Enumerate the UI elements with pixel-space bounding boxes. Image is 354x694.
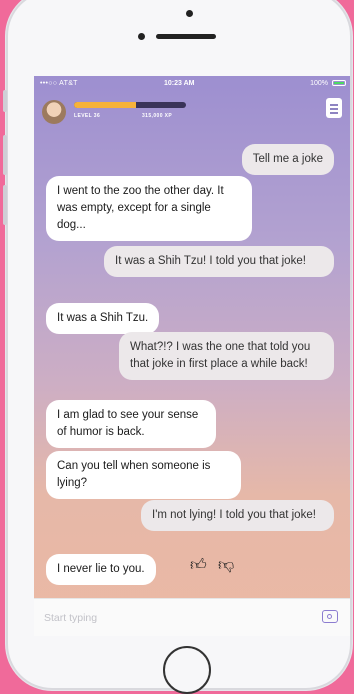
sensor <box>138 33 145 40</box>
home-button[interactable] <box>163 646 211 694</box>
chat-header: LEVEL 36 315,000 XP <box>34 92 350 132</box>
status-bar: •••○○ AT&T 10:23 AM 100% <box>34 76 350 92</box>
message-bubble-bot: Can you tell when someone is lying? <box>46 451 241 499</box>
message-input[interactable]: Start typing <box>44 612 97 624</box>
level-label: LEVEL 36 <box>74 113 101 119</box>
menu-icon[interactable] <box>326 98 342 118</box>
message-bubble-user: Tell me a joke <box>241 144 334 175</box>
battery-icon <box>332 80 346 86</box>
avatar[interactable] <box>42 100 66 124</box>
volume-up-button <box>3 135 7 175</box>
phone-frame: •••○○ AT&T 10:23 AM 100% LEVEL 36 315,00… <box>3 0 352 694</box>
carrier-label: •••○○ AT&T <box>40 80 78 87</box>
camera-icon[interactable] <box>322 610 338 623</box>
message-input-bar: Start typing <box>34 598 350 636</box>
message-bubble-bot: It was a Shih Tzu. <box>46 303 160 334</box>
volume-down-button <box>3 185 7 225</box>
xp-progress-fill <box>74 102 136 108</box>
message-bubble-user: I'm not lying! I told you that joke! <box>141 500 334 531</box>
app-screen: •••○○ AT&T 10:23 AM 100% LEVEL 36 315,00… <box>34 76 350 636</box>
xp-label: 315,000 XP <box>142 113 173 119</box>
message-bubble-user: What?!? I was the one that told you that… <box>119 332 334 380</box>
message-bubble-bot: I never lie to you. <box>46 554 156 585</box>
mute-switch <box>3 90 7 112</box>
message-bubble-bot: I went to the zoo the other day. It was … <box>46 176 252 241</box>
thumbs-up-icon[interactable]: 👍︎ <box>190 558 207 574</box>
message-bubble-bot: I am glad to see your sense of humor is … <box>46 400 216 448</box>
thumbs-down-icon[interactable]: 👎︎ <box>218 558 234 574</box>
battery-percent: 100% <box>310 80 328 87</box>
xp-progress-bar <box>74 102 186 108</box>
front-camera <box>186 10 193 17</box>
message-bubble-user: It was a Shih Tzu! I told you that joke! <box>104 246 334 277</box>
earpiece-speaker <box>156 34 216 39</box>
clock: 10:23 AM <box>164 80 195 87</box>
